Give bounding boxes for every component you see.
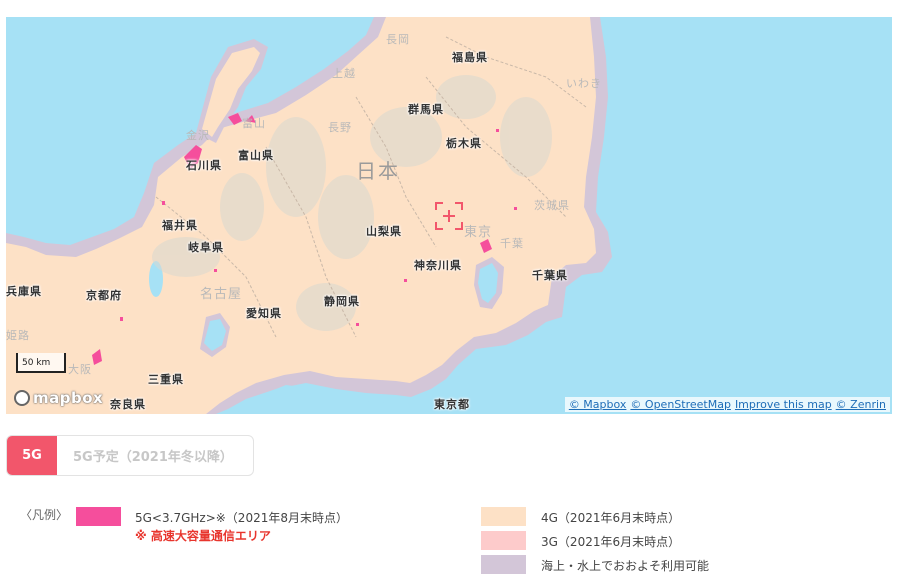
- legend-label-4g: 4G（2021年6月末時点）: [541, 511, 681, 525]
- mapbox-logo-text: mapbox: [33, 389, 104, 407]
- map-label-shizuoka: 静岡県: [324, 295, 360, 308]
- mapbox-logo-icon: [14, 390, 30, 406]
- map-label-joetsu: 上越: [332, 67, 356, 80]
- map-label-toyama: 富山: [242, 117, 266, 130]
- legend-title: 〈凡例〉: [20, 508, 69, 522]
- map-label-nagano: 長野: [328, 121, 352, 134]
- attribution-osm-link[interactable]: © OpenStreetMap: [630, 398, 731, 411]
- map-label-osaka: 大阪: [68, 363, 92, 376]
- map-label-kanazawa: 金沢: [186, 129, 210, 142]
- legend-swatch-3g: [481, 531, 526, 550]
- map-label-nagaoka: 長岡: [386, 33, 410, 46]
- legend-note-5g: ※ 高速大容量通信エリア: [135, 529, 271, 543]
- coverage-map[interactable]: 長岡 福島県 上越 いわき 群馬県 長野 金沢 富山 栃木県 富山県 石川県 日…: [6, 17, 892, 414]
- map-label-tokyo-to: 東京都: [434, 398, 470, 411]
- map-label-himeji: 姫路: [6, 329, 30, 342]
- map-label-fukui: 福井県: [162, 219, 198, 232]
- legend-label-sea: 海上・水上でおおよそ利用可能: [541, 559, 710, 573]
- legend-label-5g: 5G<3.7GHz>※（2021年8月末時点）: [135, 511, 348, 525]
- map-label-toyama-pref: 富山県: [238, 149, 274, 162]
- legend-swatch-sea: [481, 555, 526, 574]
- map-label-gifu: 岐阜県: [188, 241, 224, 254]
- map-label-japan: 日本: [356, 159, 400, 183]
- crosshair-icon: [435, 202, 463, 230]
- legend-swatch-4g: [481, 507, 526, 526]
- attribution-mapbox-link[interactable]: © Mapbox: [569, 398, 627, 411]
- coverage-tabs: 5G 5G予定（2021年冬以降）: [6, 435, 254, 476]
- improve-map-link[interactable]: Improve this map: [735, 398, 832, 411]
- map-label-tochigi: 栃木県: [446, 137, 482, 150]
- mapbox-logo[interactable]: mapbox: [14, 389, 103, 407]
- map-label-tokyo: 東京: [464, 225, 493, 240]
- map-label-kyoto: 京都府: [86, 289, 122, 302]
- map-label-fukushima: 福島県: [452, 51, 488, 64]
- tab-5g[interactable]: 5G: [7, 436, 57, 475]
- map-label-aichi: 愛知県: [246, 307, 282, 320]
- map-label-yamanashi: 山梨県: [366, 225, 402, 238]
- map-label-iwaki: いわき: [566, 77, 602, 90]
- map-attribution: © Mapbox © OpenStreetMap Improve this ma…: [564, 397, 890, 412]
- legend-swatch-5g: [76, 507, 121, 526]
- map-label-chiba-pref: 千葉県: [532, 269, 568, 282]
- map-label-kanagawa: 神奈川県: [414, 259, 462, 272]
- map-label-nara: 奈良県: [110, 398, 146, 411]
- map-label-ibaraki: 茨城県: [534, 199, 570, 212]
- map-label-nagoya: 名古屋: [200, 287, 243, 302]
- map-scale: 50 km: [16, 353, 66, 373]
- attribution-zenrin-link[interactable]: © Zenrin: [836, 398, 886, 411]
- map-label-chiba: 千葉: [500, 237, 524, 250]
- map-label-hyogo: 兵庫県: [6, 285, 42, 298]
- legend-label-3g: 3G（2021年6月末時点）: [541, 535, 681, 549]
- map-label-mie: 三重県: [148, 373, 184, 386]
- map-label-gunma: 群馬県: [408, 103, 444, 116]
- map-label-ishikawa: 石川県: [186, 159, 222, 172]
- tab-5g-planned[interactable]: 5G予定（2021年冬以降）: [57, 436, 253, 475]
